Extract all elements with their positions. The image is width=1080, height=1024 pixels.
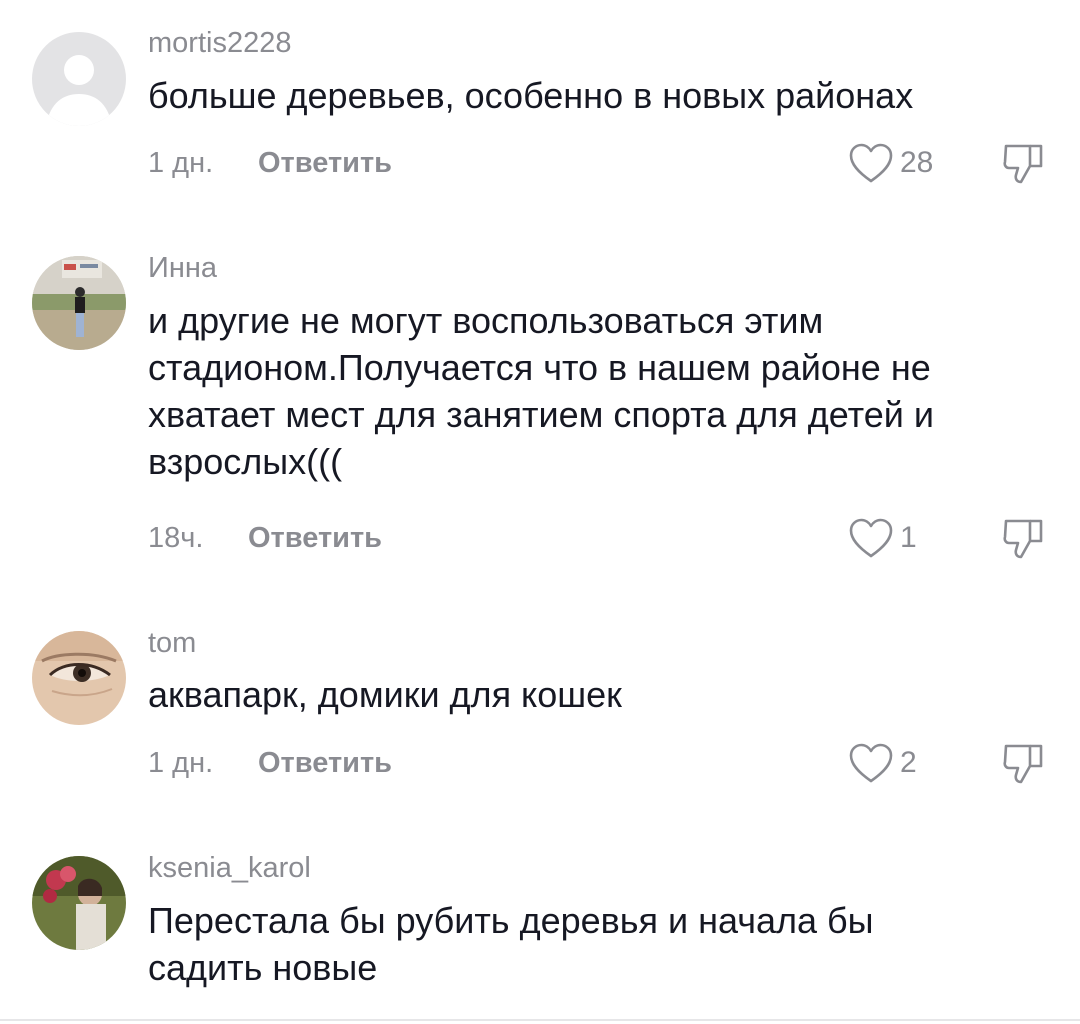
thumbs-down-outline-icon [1003, 519, 1043, 559]
comment-username[interactable]: ksenia_karol [148, 851, 311, 885]
comment-text-line: садить новые [148, 947, 378, 988]
dislike-button[interactable] [1000, 140, 1046, 186]
comment-time: 18ч. [148, 522, 204, 554]
comment-text-line: Перестала бы рубить деревья и начала бы [148, 900, 874, 941]
comment-text: аквапарк, домики для кошек [148, 671, 1048, 718]
reply-button[interactable]: Ответить [258, 746, 392, 780]
dislike-button[interactable] [1000, 515, 1046, 561]
reply-button[interactable]: Ответить [248, 521, 382, 555]
thumbs-down-outline-icon [1003, 144, 1043, 184]
comment-text: и другие не могут воспользоваться этим с… [148, 297, 1048, 485]
avatar[interactable] [32, 256, 126, 350]
comment-text-line: хватает мест для занятием спорта для дет… [148, 394, 934, 435]
avatar[interactable] [32, 631, 126, 725]
like-button[interactable]: 1 [848, 516, 917, 560]
comment-text: больше деревьев, особенно в новых района… [148, 72, 1048, 119]
comment-text: Перестала бы рубить деревья и начала бы … [148, 897, 1048, 991]
comment-text-line: стадионом.Получается что в нашем районе … [148, 347, 931, 388]
reply-button[interactable]: Ответить [258, 146, 392, 180]
thumbs-down-outline-icon [1003, 744, 1043, 784]
divider [0, 1019, 1080, 1021]
comment-text-line: больше деревьев, особенно в новых района… [148, 75, 914, 116]
photo-avatar-eye-closeup [32, 631, 126, 725]
like-count: 1 [900, 521, 917, 554]
comment-time: 1 дн. [148, 147, 214, 179]
comment-time: 1 дн. [148, 747, 214, 779]
photo-avatar-girl-with-flowers [32, 856, 126, 950]
like-count: 28 [900, 146, 934, 179]
comment-username[interactable]: mortis2228 [148, 26, 291, 60]
like-count: 2 [900, 746, 917, 779]
avatar[interactable] [32, 856, 126, 950]
like-button[interactable]: 2 [848, 741, 917, 785]
heart-outline-icon [849, 743, 893, 783]
dislike-button[interactable] [1000, 740, 1046, 786]
photo-avatar-person-outdoors [32, 256, 126, 350]
comment-username[interactable]: Инна [148, 251, 217, 285]
comment-list: mortis2228 больше деревьев, особенно в н… [0, 0, 1080, 1024]
heart-outline-icon [849, 518, 893, 558]
like-button[interactable]: 28 [848, 141, 933, 185]
comment-username[interactable]: tom [148, 626, 196, 660]
comment-text-line: взрослых((( [148, 441, 343, 482]
avatar[interactable] [32, 32, 126, 126]
comment-text-line: аквапарк, домики для кошек [148, 674, 622, 715]
heart-outline-icon [849, 143, 893, 183]
default-avatar-icon [32, 32, 126, 126]
comment-text-line: и другие не могут воспользоваться этим [148, 300, 824, 341]
